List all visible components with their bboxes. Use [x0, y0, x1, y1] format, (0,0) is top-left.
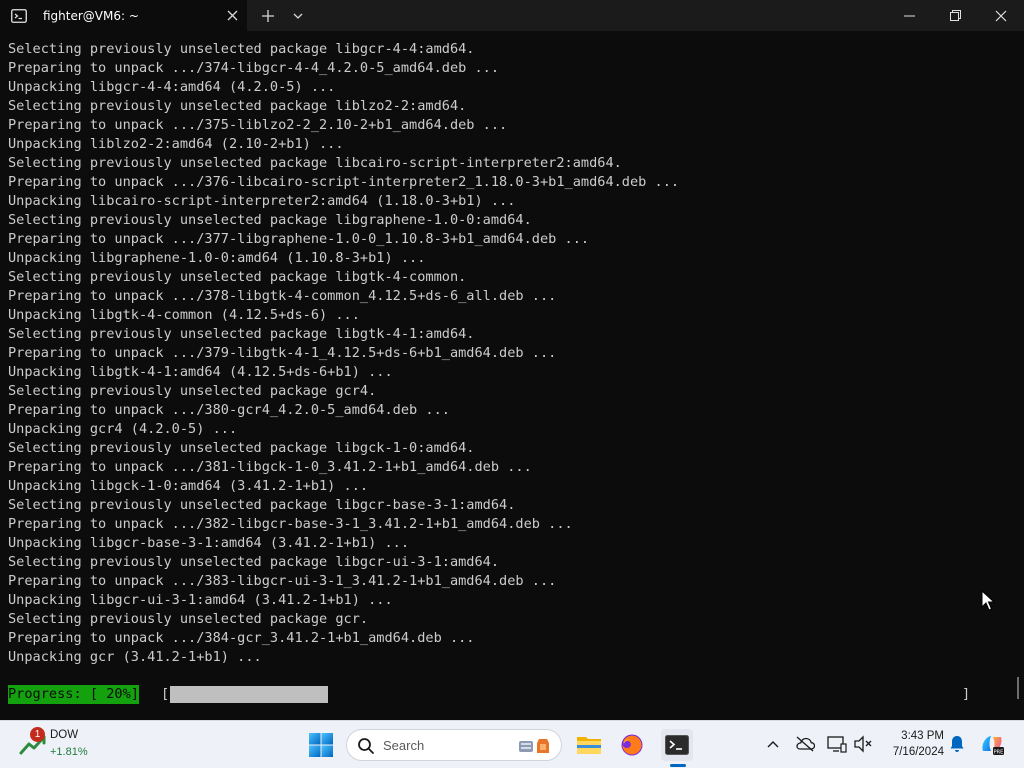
active-app-indicator: [670, 764, 686, 767]
terminal-line: Preparing to unpack .../381-libgck-1-0_3…: [8, 459, 532, 475]
notification-bell-icon: [950, 736, 964, 752]
terminal-line: Unpacking gcr4 (4.2.0-5) ...: [8, 421, 238, 437]
onedrive-status[interactable]: [794, 733, 816, 755]
terminal-line: Selecting previously unselected package …: [8, 554, 500, 570]
terminal-line: Selecting previously unselected package …: [8, 611, 369, 627]
terminal-line: Preparing to unpack .../382-libgcr-base-…: [8, 516, 573, 532]
terminal-line: Preparing to unpack .../376-libcairo-scr…: [8, 174, 680, 190]
terminal-line: Unpacking liblzo2-2:amd64 (2.10-2+b1) ..…: [8, 136, 344, 152]
copilot-icon: PRE: [982, 736, 1004, 755]
start-button[interactable]: [306, 730, 336, 760]
close-tab-button[interactable]: [217, 0, 247, 31]
terminal-line: Unpacking gcr (3.41.2-1+b1) ...: [8, 649, 262, 665]
terminal-line: Unpacking libgcr-ui-3-1:amd64 (3.41.2-1+…: [8, 592, 393, 608]
notifications-button[interactable]: [946, 733, 968, 755]
terminal-line: Selecting previously unselected package …: [8, 155, 622, 171]
terminal-line: Preparing to unpack .../379-libgtk-4-1_4…: [8, 345, 557, 361]
terminal-line: Selecting previously unselected package …: [8, 98, 467, 114]
volume-status[interactable]: [852, 733, 874, 755]
minimize-button[interactable]: [886, 0, 932, 31]
display-icon: [827, 736, 847, 753]
display-status[interactable]: [826, 733, 848, 755]
scrollbar-thumb[interactable]: [1017, 677, 1019, 699]
chevron-up-icon: [767, 741, 779, 748]
copilot-button[interactable]: PRE: [978, 730, 1006, 758]
progress-bar-fill: [170, 686, 329, 703]
title-bar: fighter@VM6: ~: [0, 0, 1024, 31]
search-icon: [358, 738, 374, 754]
progress-bracket-open: [: [161, 686, 170, 702]
taskbar-firefox[interactable]: [616, 729, 648, 761]
plus-icon: [262, 9, 274, 22]
terminal-line: Preparing to unpack .../374-libgcr-4-4_4…: [8, 60, 500, 76]
terminal-line: Preparing to unpack .../375-liblzo2-2_2.…: [8, 117, 508, 133]
terminal-line: Unpacking libcairo-script-interpreter2:a…: [8, 193, 516, 209]
onedrive-offline-icon: [796, 736, 815, 752]
tab-terminal[interactable]: fighter@VM6: ~: [0, 0, 247, 31]
taskbar-file-explorer[interactable]: [573, 729, 605, 761]
terminal-line: Selecting previously unselected package …: [8, 212, 532, 228]
clock-time: 3:43 PM: [901, 730, 944, 742]
tab-dropdown-button[interactable]: [283, 0, 313, 31]
mouse-cursor-icon: [981, 590, 995, 611]
terminal-line: Unpacking libgcr-base-3-1:amd64 (3.41.2-…: [8, 535, 410, 551]
terminal-line: Preparing to unpack .../383-libgcr-ui-3-…: [8, 573, 557, 589]
notification-badge: 1: [30, 727, 45, 742]
folder-icon: [577, 737, 601, 754]
progress-row: Progress: [ 20%] [ ]: [8, 685, 1018, 704]
terminal-line: Preparing to unpack .../378-libgtk-4-com…: [8, 288, 557, 304]
progress-label: Progress: [ 20%]: [8, 685, 139, 704]
volume-muted-icon: [854, 735, 872, 753]
terminal-line: Selecting previously unselected package …: [8, 383, 377, 399]
terminal-line: Selecting previously unselected package …: [8, 440, 475, 456]
terminal-line: Selecting previously unselected package …: [8, 497, 516, 513]
taskbar: 1 DOW +1.81% Search 3:43 PM 7/16/2024 PR…: [0, 720, 1024, 768]
system-clock[interactable]: 3:43 PM 7/16/2024: [880, 729, 944, 760]
restore-icon: [949, 10, 961, 21]
new-tab-button[interactable]: [253, 0, 283, 31]
title-drag-area[interactable]: [313, 0, 886, 31]
terminal-icon: [665, 735, 689, 755]
stock-widget[interactable]: 1 DOW +1.81%: [18, 727, 108, 763]
terminal-output[interactable]: Selecting previously unselected package …: [0, 31, 1024, 720]
windows-logo-icon: [309, 733, 333, 757]
terminal-line: Selecting previously unselected package …: [8, 269, 467, 285]
terminal-line: Preparing to unpack .../377-libgraphene-…: [8, 231, 590, 247]
maximize-button[interactable]: [932, 0, 978, 31]
svg-text:PRE: PRE: [994, 749, 1004, 755]
progress-bar: [170, 686, 962, 703]
stock-change: +1.81%: [50, 746, 88, 758]
firefox-icon: [621, 734, 643, 756]
terminal-line: Selecting previously unselected package …: [8, 41, 475, 57]
terminal-line: Preparing to unpack .../384-gcr_3.41.2-1…: [8, 630, 475, 646]
terminal-line: Unpacking libgtk-4-1:amd64 (4.12.5+ds-6+…: [8, 364, 393, 380]
show-hidden-icons-button[interactable]: [762, 733, 784, 755]
taskbar-terminal[interactable]: [661, 729, 693, 761]
progress-bracket-close: ]: [962, 686, 971, 702]
stock-name: DOW: [50, 729, 79, 741]
terminal-line: Unpacking libgtk-4-common (4.12.5+ds-6) …: [8, 307, 360, 323]
taskbar-search[interactable]: Search: [346, 729, 562, 761]
close-icon: [995, 10, 1007, 21]
terminal-line: Selecting previously unselected package …: [8, 326, 475, 342]
close-icon: [227, 10, 237, 21]
terminal-line: Unpacking libgck-1-0:amd64 (3.41.2-1+b1)…: [8, 478, 369, 494]
close-window-button[interactable]: [978, 0, 1024, 31]
clock-date: 7/16/2024: [892, 746, 944, 758]
search-placeholder: Search: [383, 738, 425, 753]
terminal-icon: [11, 8, 33, 24]
terminal-line: Preparing to unpack .../380-gcr4_4.2.0-5…: [8, 402, 450, 418]
terminal-line: Unpacking libgraphene-1.0-0:amd64 (1.10.…: [8, 250, 426, 266]
terminal-line: Unpacking libgcr-4-4:amd64 (4.2.0-5) ...: [8, 79, 336, 95]
minimize-icon: [903, 15, 915, 16]
terminal-lines: Selecting previously unselected package …: [8, 40, 1008, 667]
chevron-down-icon: [293, 13, 303, 19]
tab-title: fighter@VM6: ~: [43, 8, 139, 23]
search-highlight-icon: [519, 739, 549, 753]
